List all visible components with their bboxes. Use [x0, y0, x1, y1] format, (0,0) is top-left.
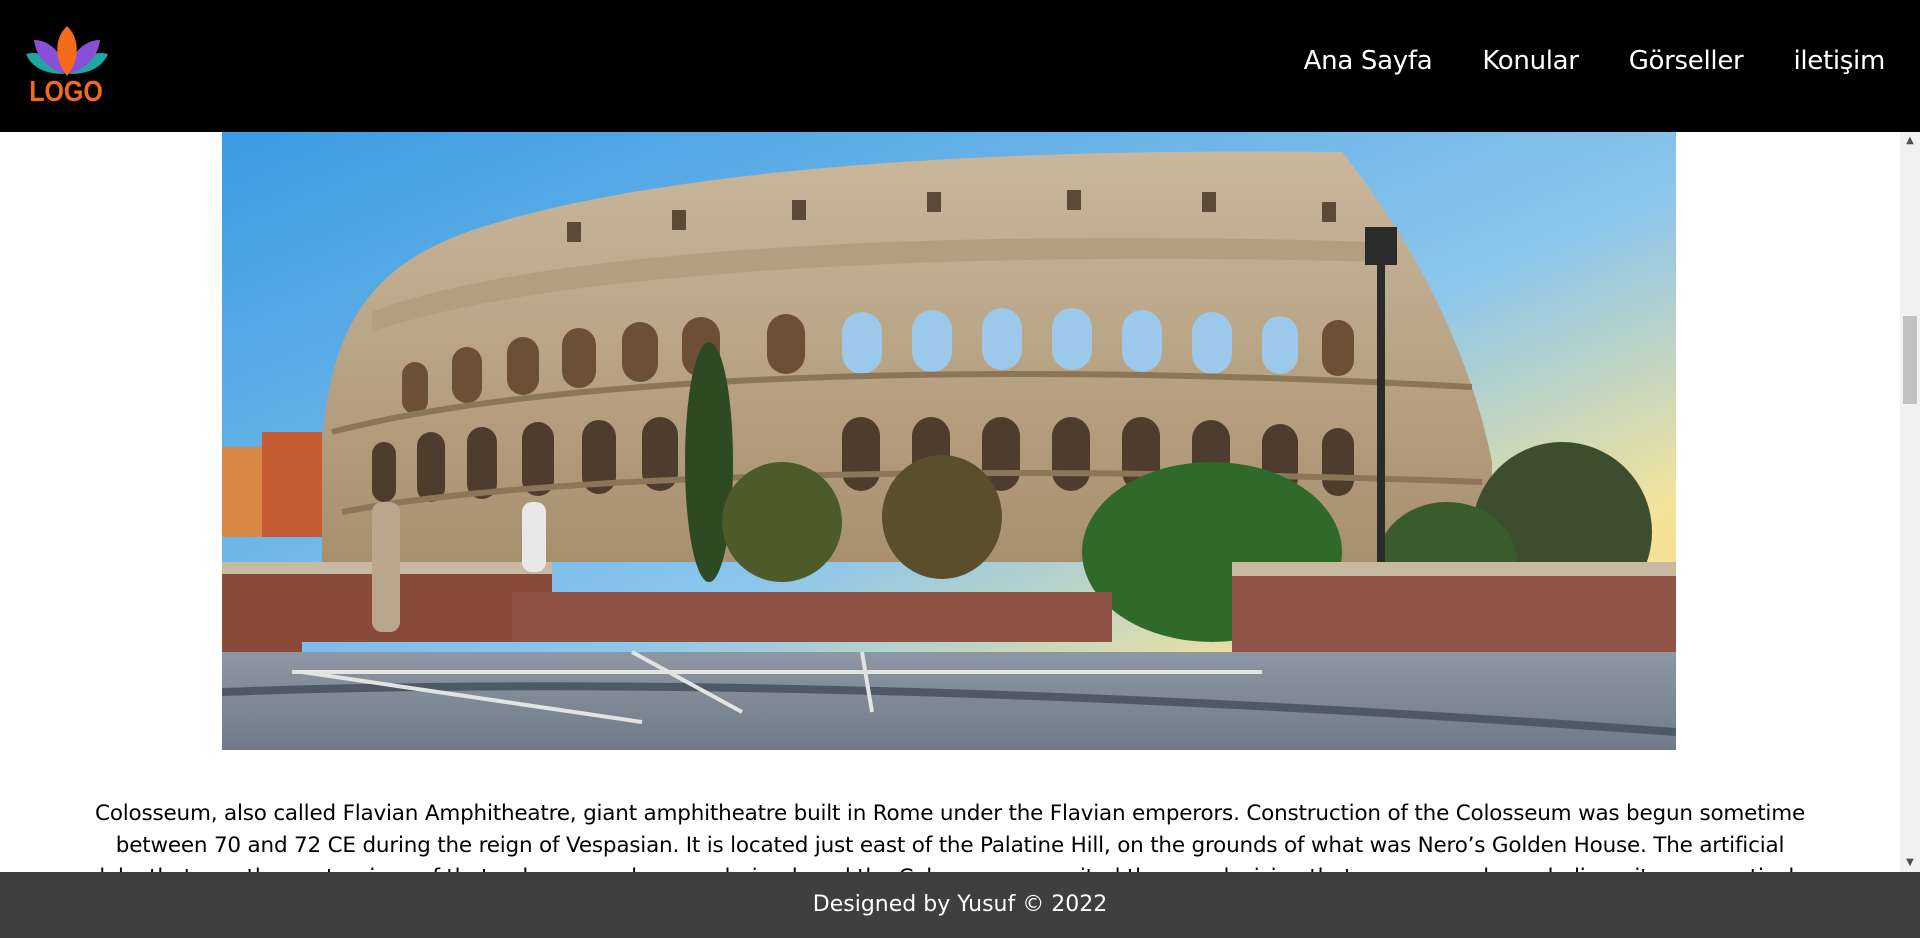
scrollbar-thumb[interactable]	[1903, 316, 1917, 404]
site-header: LOGO Ana Sayfa Konular Görseller iletişi…	[0, 0, 1920, 132]
main-nav: Ana Sayfa Konular Görseller iletişim	[1304, 46, 1886, 76]
main-content: Colosseum, also called Flavian Amphithea…	[0, 132, 1900, 872]
hero-image	[222, 132, 1676, 750]
lotus-icon	[26, 26, 108, 76]
nav-item-ana-sayfa[interactable]: Ana Sayfa	[1304, 46, 1433, 76]
logo-text: LOGO	[29, 75, 103, 109]
scroll-up-icon[interactable]: ▲	[1900, 132, 1920, 150]
footer-text: Designed by Yusuf © 2022	[812, 892, 1108, 917]
nav-item-iletisim[interactable]: iletişim	[1793, 46, 1885, 76]
site-footer: Designed by Yusuf © 2022	[0, 872, 1920, 938]
article-text: Colosseum, also called Flavian Amphithea…	[95, 801, 1805, 872]
vertical-scrollbar[interactable]: ▲ ▼	[1900, 132, 1920, 872]
logo[interactable]: LOGO	[24, 24, 110, 110]
nav-item-gorseller[interactable]: Görseller	[1629, 46, 1744, 76]
nav-item-konular[interactable]: Konular	[1482, 46, 1579, 76]
scroll-down-icon[interactable]: ▼	[1900, 854, 1920, 872]
